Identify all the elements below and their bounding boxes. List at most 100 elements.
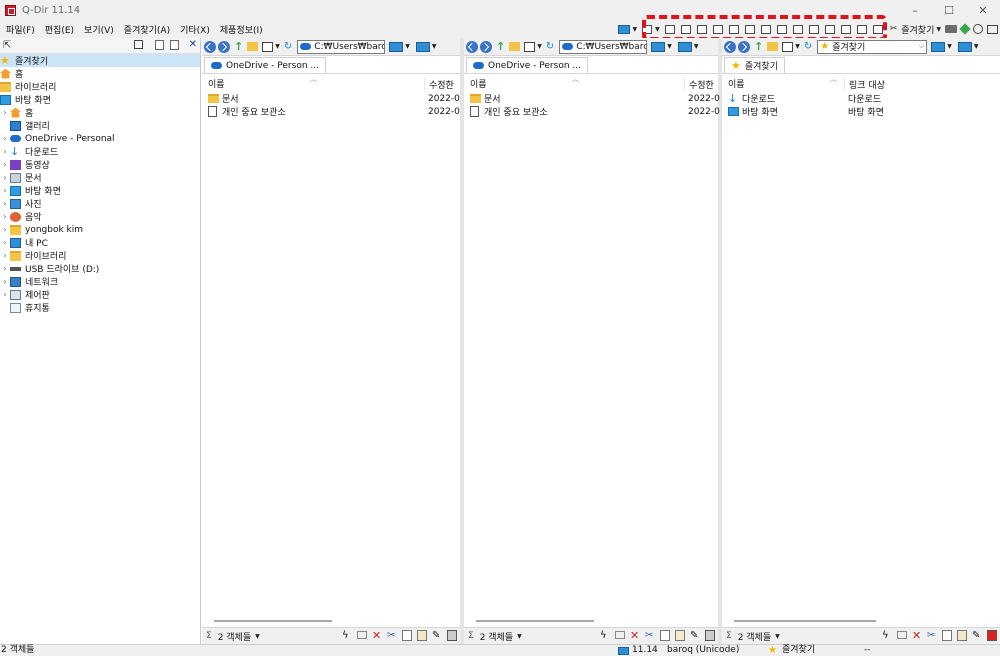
address-bar[interactable]: ★ 즐겨찾기 ⌵ (817, 39, 928, 54)
forward-icon[interactable] (218, 40, 230, 53)
puzzle-icon[interactable] (959, 23, 971, 35)
pc-icon[interactable] (618, 24, 631, 34)
file-row[interactable]: 바탕 화면 바탕 화면 (722, 105, 1000, 118)
tree-item[interactable]: › 라이브러리 (0, 249, 200, 262)
file-row[interactable]: ↓ 다운로드 다운로드 (722, 92, 1000, 105)
chevron-down-icon[interactable]: ⌵ (917, 42, 926, 51)
chevron-down-icon[interactable]: ▼ (517, 633, 522, 640)
address-bar[interactable]: C:₩Users₩barc⌵ (297, 39, 386, 54)
file-row[interactable]: 개인 중요 보관소 2022-0 (464, 105, 720, 118)
pane-tab[interactable]: OneDrive - Person ... (204, 57, 326, 73)
menu-view[interactable]: 보기(V) (79, 23, 119, 36)
tree-item[interactable]: 갤러리 (0, 119, 200, 132)
tree-item[interactable]: › 홈 (0, 106, 200, 119)
copy-icon[interactable] (942, 630, 952, 641)
horizontal-scrollbar[interactable] (476, 620, 594, 622)
maximize-button[interactable]: ☐ (932, 0, 966, 20)
column-name-header[interactable]: 이름 (208, 77, 225, 90)
delete-icon[interactable]: ✕ (630, 630, 640, 641)
copy-icon[interactable] (402, 630, 412, 641)
file-row[interactable]: 개인 중요 보관소 2022-0 (202, 105, 460, 118)
address-bar[interactable]: C:₩Users₩barc⌵ (559, 39, 648, 54)
cut-icon[interactable]: ✂ (387, 630, 397, 641)
copy-icon[interactable] (660, 630, 670, 641)
chevron-down-icon[interactable]: ▼ (537, 43, 542, 50)
tree-item[interactable]: › 내 PC (0, 236, 200, 249)
expand-chevron-icon[interactable]: › (0, 225, 10, 234)
view-mode-icon[interactable] (524, 41, 536, 52)
chevron-down-icon[interactable]: ▼ (795, 43, 800, 50)
menu-extras[interactable]: 기타(X) (175, 23, 215, 36)
chevron-down-icon[interactable]: ▼ (432, 43, 437, 50)
menu-info[interactable]: 제품정보(I) (215, 23, 268, 36)
pc-icon[interactable] (389, 41, 404, 52)
tree-item[interactable]: › 음악 (0, 210, 200, 223)
tools-icon[interactable] (973, 24, 983, 34)
refresh-icon[interactable]: ↻ (284, 41, 292, 52)
pane-tab[interactable]: OneDrive - Person ... (466, 57, 588, 73)
tree-item[interactable]: 라이브러리 (0, 80, 200, 93)
tree-item[interactable]: › 동영상 (0, 158, 200, 171)
lightning-icon[interactable]: ϟ (882, 630, 892, 641)
email-icon[interactable] (357, 631, 367, 639)
menu-favorites[interactable]: 즐겨찾기(A) (119, 23, 175, 36)
lightning-icon[interactable]: ϟ (342, 630, 352, 641)
menu-edit[interactable]: 편집(E) (40, 23, 79, 36)
expand-chevron-icon[interactable]: › (0, 173, 10, 182)
forward-icon[interactable] (480, 40, 492, 53)
refresh-icon[interactable]: ↻ (546, 41, 554, 52)
view-mode-icon[interactable] (782, 41, 794, 52)
expand-chevron-icon[interactable]: › (0, 147, 10, 156)
column-date-header[interactable]: 수정한 (424, 78, 454, 91)
expand-chevron-icon[interactable]: › (0, 212, 10, 221)
expand-chevron-icon[interactable]: › (0, 186, 10, 195)
email-icon[interactable] (897, 631, 907, 639)
close-button[interactable]: ✕ (966, 0, 1000, 20)
column-date-header[interactable]: 수정한 (684, 78, 714, 91)
expand-chevron-icon[interactable]: › (0, 251, 10, 260)
page-icon[interactable] (154, 40, 164, 50)
new-folder-icon[interactable] (247, 42, 259, 51)
email-icon[interactable] (615, 631, 625, 639)
pane-object-count[interactable]: 2 객체들 (480, 630, 513, 643)
cut-icon[interactable]: ✂ (645, 630, 655, 641)
expand-chevron-icon[interactable]: › (0, 238, 10, 247)
back-icon[interactable] (724, 40, 736, 53)
view-icon[interactable] (415, 41, 430, 52)
expand-chevron-icon[interactable]: › (0, 108, 10, 117)
cut-icon[interactable]: ✂ (927, 630, 937, 641)
window-icon[interactable] (987, 24, 998, 34)
chevron-down-icon[interactable]: ▼ (667, 43, 672, 50)
tree-item[interactable]: ★ 즐겨찾기 (0, 54, 200, 67)
back-icon[interactable] (466, 40, 478, 53)
tree-item[interactable]: › ↓ 다운로드 (0, 145, 200, 159)
column-name-header[interactable]: 이름 (470, 77, 487, 90)
search-page-icon[interactable] (169, 40, 179, 50)
edit-icon[interactable]: ✎ (432, 630, 442, 641)
paste-icon[interactable] (957, 630, 967, 641)
chevron-down-icon[interactable]: ▼ (974, 43, 979, 50)
chevron-down-icon[interactable]: ▼ (275, 43, 280, 50)
tree-item[interactable]: › USB 드라이브 (D:) (0, 262, 200, 275)
favorites-menu-button[interactable]: 즐겨찾기 (901, 23, 934, 36)
paste-icon[interactable] (675, 630, 685, 641)
file-row[interactable]: 문서 2022-0 (202, 92, 460, 105)
printer-icon[interactable] (945, 25, 957, 33)
expand-chevron-icon[interactable]: › (0, 199, 10, 208)
pc-icon[interactable] (931, 41, 946, 52)
forward-icon[interactable] (738, 40, 750, 53)
chevron-down-icon[interactable]: ▼ (255, 633, 260, 640)
pane-object-count[interactable]: 2 객체들 (738, 630, 771, 643)
back-icon[interactable] (204, 40, 216, 53)
favorites-pin-icon[interactable]: ✂ (890, 24, 898, 34)
grid-view-icon[interactable] (133, 40, 143, 49)
up-folder-icon[interactable]: ↑ (496, 40, 505, 53)
view-icon[interactable] (957, 41, 972, 52)
tree-item[interactable]: 바탕 화면 (0, 93, 200, 106)
column-date-header[interactable]: 링크 대상 (844, 78, 885, 91)
view-icon[interactable] (677, 41, 692, 52)
pane-object-count[interactable]: 2 객체들 (218, 630, 251, 643)
delete-icon[interactable]: ✕ (372, 630, 382, 641)
tree-item[interactable]: › 사진 (0, 197, 200, 210)
lightning-icon[interactable]: ϟ (600, 630, 610, 641)
